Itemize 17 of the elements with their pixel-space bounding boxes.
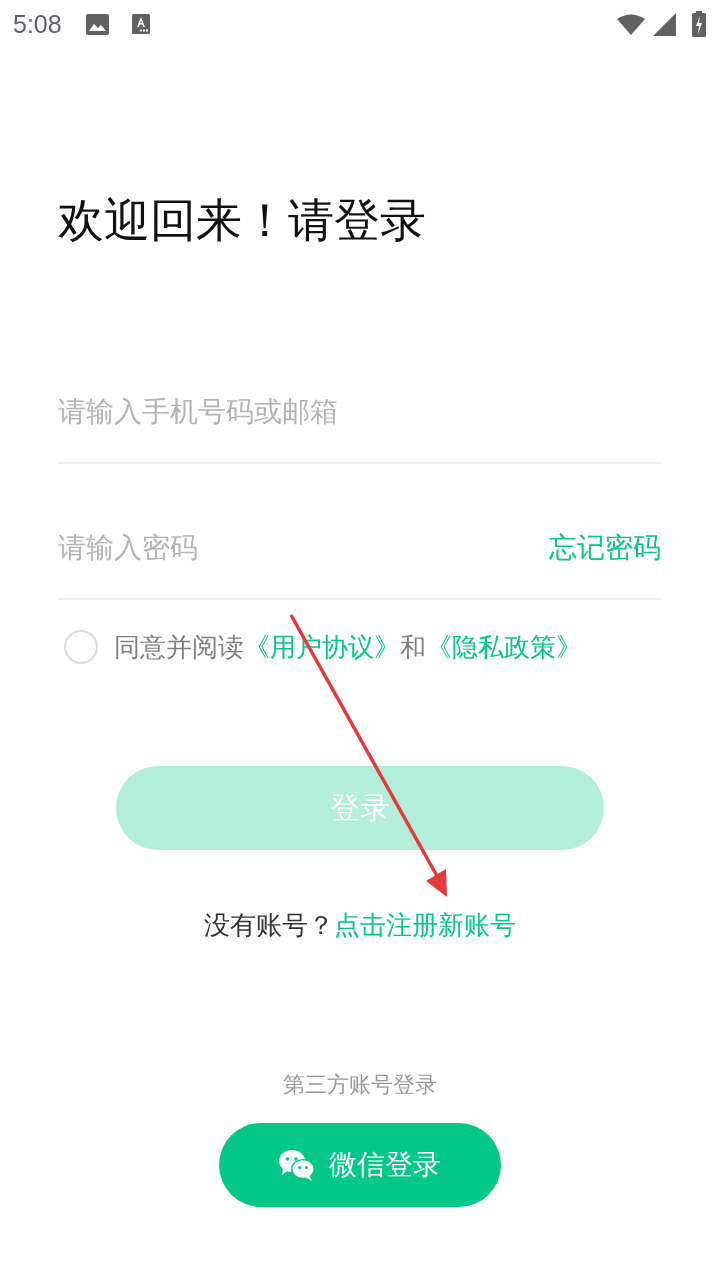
account-field[interactable]: 请输入手机号码或邮箱 [58,390,661,434]
password-field[interactable]: 请输入密码 [58,526,549,570]
agree-checkbox[interactable] [64,630,98,664]
signal-icon [653,12,676,36]
forgot-password-link[interactable]: 忘记密码 [549,528,661,568]
wechat-login-button[interactable]: 微信登录 [219,1123,501,1207]
battery-charging-icon [692,11,706,37]
text-icon [131,14,150,34]
image-icon [85,13,109,35]
register-link[interactable]: 点击注册新账号 [334,910,516,940]
wifi-icon [617,13,645,35]
agreement-link[interactable]: 《隐私政策》 [426,632,582,662]
status-time: 5:08 [13,9,62,39]
chat-bubbles-icon [279,1149,315,1181]
register-prompt: 没有账号？点击注册新账号 [204,909,516,942]
third-party-heading: 第三方账号登录 [283,1071,437,1099]
welcome-title: 欢迎回来！请登录 [58,193,426,247]
